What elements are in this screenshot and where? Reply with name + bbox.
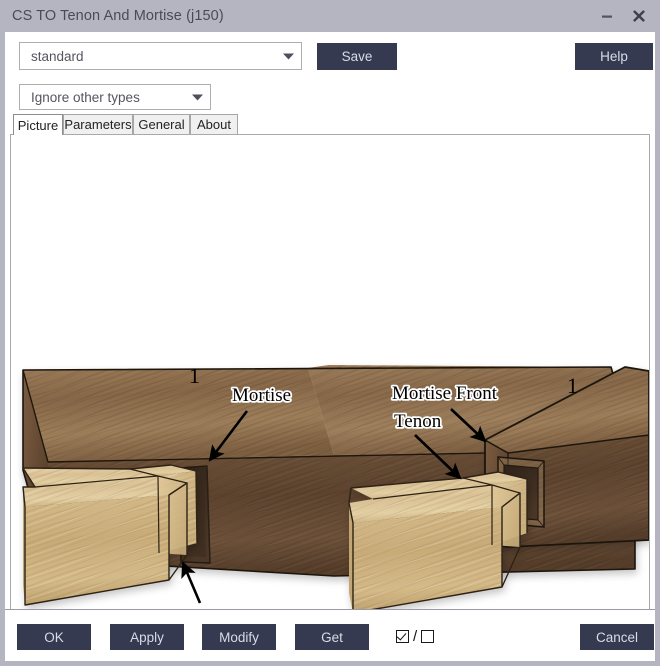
tab-general[interactable]: General bbox=[133, 114, 190, 134]
right-mortise-front-label: Mortise Front bbox=[392, 383, 498, 404]
minimize-button[interactable] bbox=[592, 3, 622, 29]
tab-parameters[interactable]: Parameters bbox=[63, 114, 133, 134]
checkbox-pair-group: / bbox=[396, 629, 434, 644]
mortise-tenon-diagram: 1 Mortise 2 Tenon bbox=[11, 135, 649, 616]
get-button[interactable]: Get bbox=[295, 624, 369, 650]
type-filter-select-value: Ignore other types bbox=[20, 90, 184, 105]
checkbox-left[interactable] bbox=[396, 630, 409, 643]
light-beam-right bbox=[349, 472, 527, 613]
application-window: CS TO Tenon And Mortise (j150) standard … bbox=[0, 0, 660, 666]
chevron-down-icon bbox=[275, 52, 301, 61]
picture-panel: 1 Mortise 2 Tenon bbox=[10, 134, 650, 617]
light-beam-left bbox=[23, 465, 197, 605]
window-title: CS TO Tenon And Mortise (j150) bbox=[12, 8, 224, 24]
apply-button[interactable]: Apply bbox=[110, 624, 184, 650]
ok-button[interactable]: OK bbox=[17, 624, 91, 650]
window-controls bbox=[592, 0, 654, 32]
profile-select[interactable]: standard bbox=[19, 42, 302, 70]
modify-button[interactable]: Modify bbox=[202, 624, 276, 650]
right-tenon-label: Tenon bbox=[394, 411, 442, 432]
chevron-down-icon bbox=[184, 93, 210, 102]
tab-about[interactable]: About bbox=[190, 114, 238, 134]
help-button[interactable]: Help bbox=[575, 43, 653, 70]
close-icon bbox=[632, 9, 646, 23]
left-mortise-label: Mortise bbox=[232, 385, 291, 406]
footer-button-bar: OK Apply Modify Get Cancel / bbox=[5, 609, 655, 661]
cancel-button[interactable]: Cancel bbox=[580, 624, 654, 650]
type-filter-select[interactable]: Ignore other types bbox=[19, 84, 211, 110]
checkbox-separator: / bbox=[413, 629, 417, 644]
checkbox-right[interactable] bbox=[421, 630, 434, 643]
minimize-icon bbox=[600, 9, 614, 23]
title-bar: CS TO Tenon And Mortise (j150) bbox=[0, 0, 660, 32]
tab-strip: Picture Parameters General About bbox=[5, 114, 655, 134]
right-part-1-number: 1 bbox=[567, 373, 578, 398]
left-tenon-arrow bbox=[183, 563, 200, 603]
tab-picture[interactable]: Picture bbox=[13, 114, 63, 135]
client-area: standard Save Help Ignore other types Pi… bbox=[5, 32, 655, 627]
close-button[interactable] bbox=[624, 3, 654, 29]
profile-select-value: standard bbox=[20, 49, 275, 64]
save-button[interactable]: Save bbox=[317, 43, 397, 70]
left-part-1-number: 1 bbox=[189, 363, 200, 388]
